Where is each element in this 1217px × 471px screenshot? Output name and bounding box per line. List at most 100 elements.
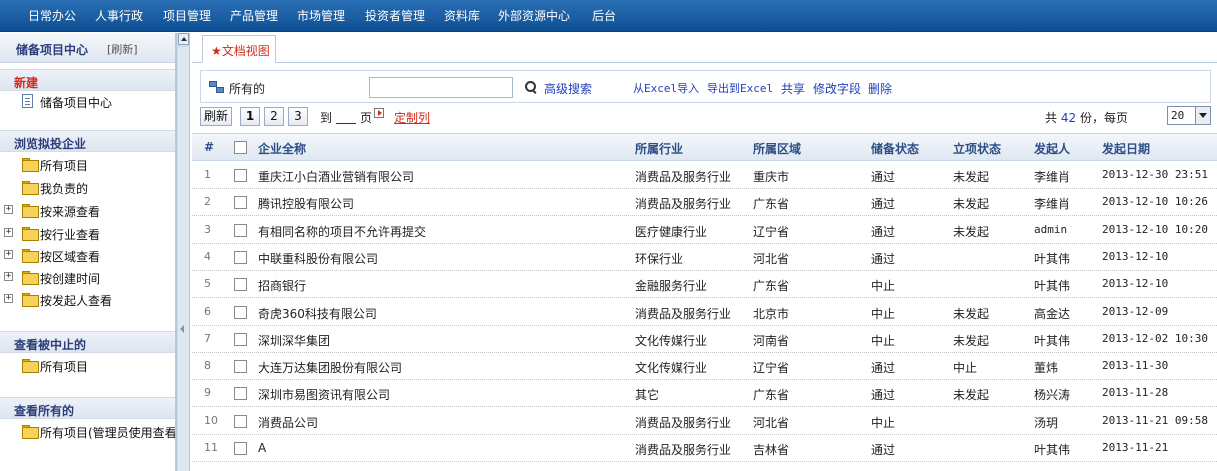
col-header-initiator[interactable]: 发起人 xyxy=(1034,140,1070,157)
menu-hr-admin[interactable]: 人事行政 xyxy=(95,0,143,32)
cell-date: 2013-12-10 10:26 xyxy=(1102,195,1208,209)
sidebar-refresh-link[interactable]: [刷新] xyxy=(107,41,138,57)
col-header-region[interactable]: 所属区域 xyxy=(753,140,801,157)
cell-date: 2013-12-09 xyxy=(1102,304,1169,318)
table-row[interactable]: 1 重庆江小白酒业营销有限公司 消费品及服务行业 重庆市 通过 未发起 李维肖 2013-12… xyxy=(192,162,1217,189)
search-input[interactable] xyxy=(369,77,513,98)
cell-company-name[interactable]: 重庆江小白酒业营销有限公司 xyxy=(258,168,414,185)
export-excel-link[interactable]: 导出到Excel xyxy=(707,80,773,96)
sidebar-item-suspended-all-projects[interactable]: 所有项目 xyxy=(0,355,175,375)
search-icon[interactable] xyxy=(525,81,537,93)
sidebar-item-by-region[interactable]: + 按区域查看 xyxy=(0,245,175,265)
col-header-approval-status[interactable]: 立项状态 xyxy=(953,140,1001,157)
table-row[interactable]: 10 消费品公司 消费品及服务行业 河北省 中止 汤玥 2013-11-21 09:58 xyxy=(192,408,1217,435)
row-checkbox[interactable] xyxy=(234,305,247,319)
cell-company-name[interactable]: 有相同名称的项目不允许再提交 xyxy=(258,223,426,240)
table-row[interactable]: 7 深圳深华集团 文化传媒行业 河南省 中止 未发起 叶其伟 2013-12-02 10:30 xyxy=(192,326,1217,353)
row-checkbox[interactable] xyxy=(234,414,247,428)
table-row[interactable]: 9 深圳市易图资讯有限公司 其它 广东省 通过 未发起 杨兴涛 2013-11-28 xyxy=(192,380,1217,408)
expand-icon[interactable]: + xyxy=(4,205,13,214)
table-row[interactable]: 3 有相同名称的项目不允许再提交 医疗健康行业 辽宁省 通过 未发起 admin 2013-1… xyxy=(192,217,1217,244)
go-arrow-icon[interactable] xyxy=(374,108,384,118)
sidebar-item-by-created-time[interactable]: + 按创建时间 xyxy=(0,267,175,287)
cell-company-name[interactable]: 奇虎360科技有限公司 xyxy=(258,305,377,322)
table-row[interactable]: 2 腾讯控股有限公司 消费品及服务行业 广东省 通过 未发起 李维肖 2013-12-10 1… xyxy=(192,189,1217,217)
table-row[interactable]: 4 中联重科股份有限公司 环保行业 河北省 通过 叶其伟 2013-12-10 xyxy=(192,244,1217,271)
expand-icon[interactable]: + xyxy=(4,228,13,237)
goto-page-input[interactable] xyxy=(336,108,356,124)
sidebar-item-label: 按行业查看 xyxy=(40,228,101,242)
menu-market-management[interactable]: 市场管理 xyxy=(297,0,345,32)
menu-investor-management[interactable]: 投资者管理 xyxy=(365,0,425,32)
col-header-name[interactable]: 企业全称 xyxy=(258,140,306,157)
sidebar-item-by-initiator[interactable]: + 按发起人查看 xyxy=(0,289,175,309)
menu-external-resources[interactable]: 外部资源中心 xyxy=(498,0,570,32)
table-row[interactable]: 11 A 消费品及服务行业 吉林省 通过 叶其伟 2013-11-21 xyxy=(192,435,1217,462)
cell-company-name[interactable]: 招商银行 xyxy=(258,277,306,294)
collapse-sidebar-icon[interactable] xyxy=(180,325,184,333)
cell-initiator: 高金达 xyxy=(1034,306,1071,321)
row-checkbox[interactable] xyxy=(234,196,247,210)
cell-company-name[interactable]: 消费品公司 xyxy=(258,414,318,431)
expand-icon[interactable]: + xyxy=(4,272,13,281)
table-row[interactable]: 5 招商银行 金融服务行业 广东省 中止 叶其伟 2013-12-10 xyxy=(192,271,1217,299)
cell-company-name[interactable]: 深圳市易图资讯有限公司 xyxy=(258,386,390,403)
table-row[interactable]: 8 大连万达集团股份有限公司 文化传媒行业 辽宁省 通过 中止 董炜 2013-11-30 xyxy=(192,353,1217,381)
row-checkbox[interactable] xyxy=(234,169,247,182)
cell-num: 9 xyxy=(204,386,211,400)
scroll-up-arrow-icon[interactable] xyxy=(178,33,189,45)
page-2-button[interactable]: 2 xyxy=(264,107,284,126)
row-checkbox[interactable] xyxy=(234,360,247,374)
per-page-select[interactable]: 20 xyxy=(1167,106,1211,125)
sidebar-splitter[interactable] xyxy=(176,33,190,471)
cell-date: 2013-12-02 10:30 xyxy=(1102,331,1208,345)
tab-document-view[interactable]: ★文档视图 xyxy=(202,35,276,63)
select-all-checkbox[interactable] xyxy=(234,141,247,154)
scrollbar-thumb[interactable] xyxy=(178,47,189,471)
col-header-num: # xyxy=(204,140,215,154)
sidebar-item-new-reserve-project[interactable]: 储备项目中心 xyxy=(0,91,175,111)
menu-daily-office[interactable]: 日常办公 xyxy=(28,0,76,32)
row-checkbox[interactable] xyxy=(234,442,247,455)
cell-industry: 文化传媒行业 xyxy=(635,333,708,348)
row-checkbox[interactable] xyxy=(234,278,247,292)
sidebar-item-by-industry[interactable]: + 按行业查看 xyxy=(0,223,175,243)
cell-company-name[interactable]: 腾讯控股有限公司 xyxy=(258,195,354,212)
refresh-button[interactable]: 刷新 xyxy=(200,107,232,126)
menu-backend[interactable]: 后台 xyxy=(592,0,616,32)
table-row[interactable]: 6 奇虎360科技有限公司 消费品及服务行业 北京市 中止 未发起 高金达 2013-12-0… xyxy=(192,299,1217,326)
menu-library[interactable]: 资料库 xyxy=(444,0,480,32)
view-scope-label[interactable]: 所有的 xyxy=(229,80,265,97)
cell-company-name[interactable]: 大连万达集团股份有限公司 xyxy=(258,359,402,376)
col-header-reserve-status[interactable]: 储备状态 xyxy=(871,140,919,157)
edit-fields-link[interactable]: 修改字段 xyxy=(813,80,861,97)
page-3-button[interactable]: 3 xyxy=(288,107,308,126)
menu-product-management[interactable]: 产品管理 xyxy=(230,0,278,32)
delete-link[interactable]: 删除 xyxy=(868,80,892,97)
cell-company-name[interactable]: 深圳深华集团 xyxy=(258,332,330,349)
sidebar-item-by-source[interactable]: + 按来源查看 xyxy=(0,200,175,220)
col-header-date[interactable]: 发起日期 xyxy=(1102,140,1150,157)
sidebar-item-label: 我负责的 xyxy=(40,182,89,196)
cell-company-name[interactable]: 中联重科股份有限公司 xyxy=(258,250,378,267)
sidebar-item-my-responsible[interactable]: 我负责的 xyxy=(0,177,175,197)
share-link[interactable]: 共享 xyxy=(781,80,805,97)
row-checkbox[interactable] xyxy=(234,387,247,401)
expand-icon[interactable]: + xyxy=(4,294,13,303)
chevron-down-icon[interactable] xyxy=(1195,107,1210,124)
row-checkbox[interactable] xyxy=(234,223,247,237)
cell-company-name[interactable]: A xyxy=(258,441,266,455)
custom-columns-link[interactable]: 定制列 xyxy=(394,109,430,126)
row-checkbox[interactable] xyxy=(234,332,247,346)
sidebar-item-admin-all-projects[interactable]: 所有项目(管理员使用查看 xyxy=(0,421,175,441)
expand-icon[interactable]: + xyxy=(4,250,13,259)
col-header-industry[interactable]: 所属行业 xyxy=(635,140,683,157)
menu-project-management[interactable]: 项目管理 xyxy=(163,0,211,32)
import-excel-link[interactable]: 从Excel导入 xyxy=(633,80,699,96)
row-checkbox[interactable] xyxy=(234,250,247,264)
page-1-button[interactable]: 1 xyxy=(240,107,260,126)
advanced-search-link[interactable]: 高级搜索 xyxy=(544,80,592,97)
sidebar-item-all-projects[interactable]: 所有项目 xyxy=(0,154,175,174)
cell-region: 吉林省 xyxy=(753,443,790,457)
cell-initiator: 董炜 xyxy=(1034,361,1059,376)
